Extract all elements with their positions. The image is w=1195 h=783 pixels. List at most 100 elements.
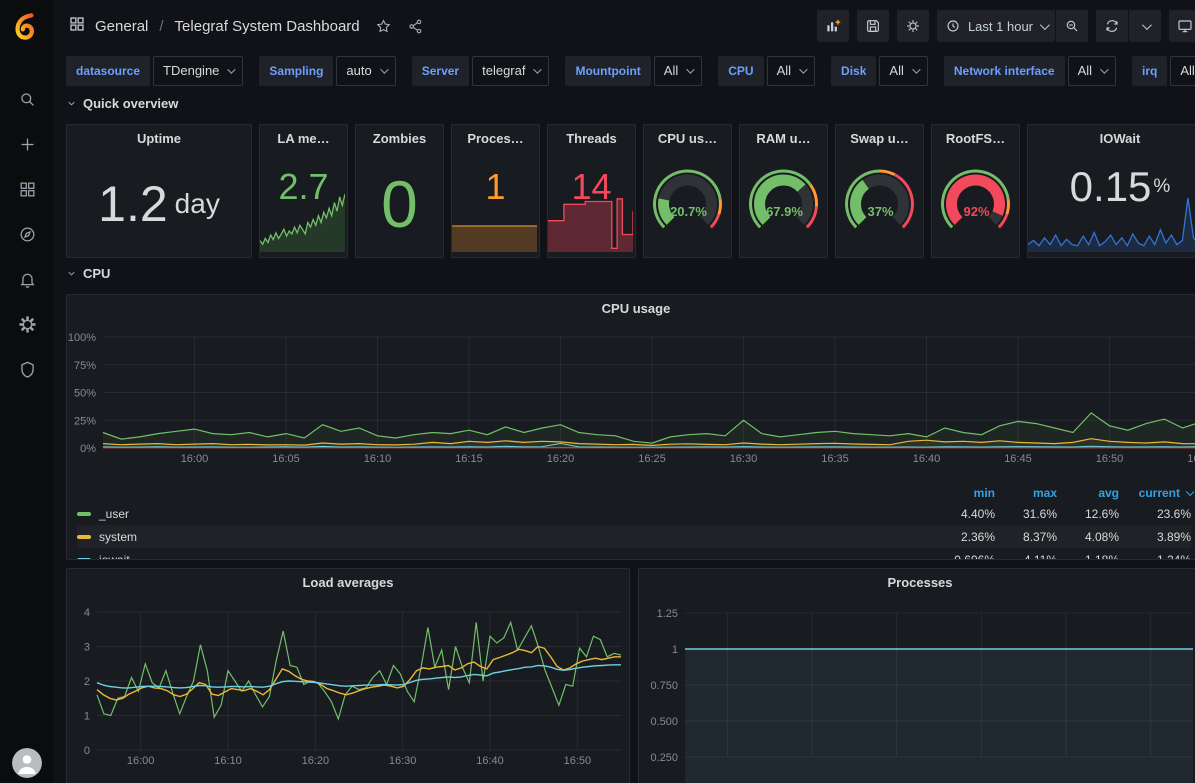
breadcrumb-folder[interactable]: General — [95, 18, 148, 35]
series-label: system — [99, 530, 137, 544]
variable-value-dropdown[interactable]: All — [767, 56, 815, 86]
legend-series-name[interactable]: _user — [77, 507, 933, 521]
legend-sort-max[interactable]: max — [995, 486, 1057, 500]
svg-text:67.9%: 67.9% — [766, 204, 803, 219]
panel-la-medium: LA me… 2.7 — [259, 124, 348, 258]
svg-text:16:55: 16:55 — [1187, 453, 1195, 465]
sparkline — [1028, 196, 1195, 257]
legend-series-name[interactable]: iowait — [77, 553, 933, 561]
chevron-down-icon — [228, 65, 236, 73]
svg-text:16:40: 16:40 — [476, 755, 504, 767]
gauge: 20.7% — [644, 151, 731, 258]
panel-title[interactable]: Load averages — [67, 569, 629, 595]
svg-text:92%: 92% — [963, 204, 989, 219]
panel-title[interactable]: RAM u… — [740, 125, 827, 151]
stat-value: 0 — [356, 151, 443, 257]
svg-text:16:45: 16:45 — [1004, 453, 1032, 465]
variable-value-dropdown[interactable]: All — [654, 56, 702, 86]
sparkline — [548, 194, 635, 257]
grafana-logo[interactable] — [0, 0, 54, 52]
panel-title[interactable]: Processes — [639, 569, 1195, 595]
sidebar-item-explore[interactable] — [16, 223, 38, 245]
sidebar-item-dashboards[interactable] — [16, 178, 38, 200]
svg-text:37%: 37% — [867, 204, 893, 219]
panel-title[interactable]: RootFS… — [932, 125, 1019, 151]
user-icon — [12, 748, 42, 778]
panel-iowait: IOWait 0.15 % — [1027, 124, 1195, 258]
sidebar-item-server-admin[interactable] — [16, 358, 38, 380]
grafana-flame-icon — [12, 11, 42, 41]
sidebar-item-create[interactable] — [16, 133, 38, 155]
legend-series-name[interactable]: system — [77, 530, 933, 544]
panel-title[interactable]: Uptime — [67, 125, 251, 151]
panel-title[interactable]: CPU usage — [67, 295, 1195, 321]
panel-title[interactable]: CPU us… — [644, 125, 731, 151]
plus-icon — [18, 135, 37, 154]
user-avatar[interactable] — [12, 748, 42, 778]
svg-text:25%: 25% — [74, 415, 96, 427]
section-quick-overview[interactable]: Quick overview — [66, 96, 178, 111]
panel-zombies: Zombies 0 — [355, 124, 444, 258]
legend-sort-current[interactable]: current — [1119, 486, 1191, 500]
panel-title[interactable]: Proces… — [452, 125, 539, 151]
refresh-button[interactable] — [1096, 10, 1128, 42]
variable-label: CPU — [718, 56, 763, 86]
svg-text:0.500: 0.500 — [650, 716, 678, 728]
panel-uptime: Uptime 1.2 day — [66, 124, 252, 258]
share-dashboard-button[interactable] — [407, 18, 424, 35]
dashboard-settings-button[interactable] — [897, 10, 929, 42]
load-averages-chart: 16:0016:1016:2016:3016:4016:5043210 — [67, 595, 629, 783]
panel-title[interactable]: IOWait — [1028, 125, 1195, 151]
legend-sort-avg[interactable]: avg — [1057, 486, 1119, 500]
sidebar-item-configuration[interactable] — [16, 313, 38, 335]
add-panel-button[interactable] — [817, 10, 849, 42]
svg-text:2: 2 — [84, 676, 90, 688]
variable-mountpoint: MountpointAll — [565, 56, 702, 86]
panel-rootfs-gauge: RootFS… 92% — [931, 124, 1020, 258]
svg-text:100%: 100% — [68, 332, 96, 344]
save-dashboard-button[interactable] — [857, 10, 889, 42]
legend-sort-min[interactable]: min — [933, 486, 995, 500]
breadcrumb-separator: / — [159, 18, 163, 35]
variable-value-dropdown[interactable]: All — [1170, 56, 1195, 86]
star-dashboard-button[interactable] — [375, 18, 392, 35]
sort-chevron-icon — [1186, 488, 1194, 496]
panel-title[interactable]: Swap u… — [836, 125, 923, 151]
dashboards-grid-icon — [18, 180, 37, 199]
gear-icon — [18, 315, 37, 334]
section-cpu[interactable]: CPU — [66, 266, 110, 281]
variable-value-dropdown[interactable]: All — [1068, 56, 1116, 86]
sidebar-item-alerting[interactable] — [16, 268, 38, 290]
time-range-label: Last 1 hour — [968, 19, 1033, 34]
time-controls: Last 1 hour — [937, 10, 1088, 42]
svg-text:16:30: 16:30 — [730, 453, 758, 465]
variable-value-dropdown[interactable]: telegraf — [472, 56, 549, 86]
sidebar-item-search[interactable] — [16, 88, 38, 110]
series-label: _user — [99, 507, 129, 521]
time-range-picker[interactable]: Last 1 hour — [937, 10, 1055, 42]
processes-chart: 1.2510.7500.5000.250 — [639, 595, 1195, 783]
svg-text:16:20: 16:20 — [302, 755, 330, 767]
gauge: 67.9% — [740, 151, 827, 258]
chevron-down-icon — [1141, 20, 1151, 30]
variable-value-dropdown[interactable]: TDengine — [153, 56, 243, 86]
refresh-interval-dropdown[interactable] — [1129, 10, 1161, 42]
svg-text:16:15: 16:15 — [455, 453, 483, 465]
panel-title[interactable]: Zombies — [356, 125, 443, 151]
variable-label: Mountpoint — [565, 56, 650, 86]
chevron-down-icon — [66, 268, 77, 279]
panel-title[interactable]: Threads — [548, 125, 635, 151]
section-title: Quick overview — [83, 96, 178, 111]
section-title: CPU — [83, 266, 110, 281]
breadcrumb-dashboard-title[interactable]: Telegraf System Dashboard — [175, 18, 360, 35]
variable-value-dropdown[interactable]: All — [879, 56, 927, 86]
panel-title[interactable]: LA me… — [260, 125, 347, 151]
refresh-controls — [1096, 10, 1161, 42]
legend-row: system2.36%8.37%4.08%3.89% — [77, 525, 1191, 548]
chevron-down-icon — [66, 98, 77, 109]
zoom-out-time-button[interactable] — [1056, 10, 1088, 42]
svg-text:16:05: 16:05 — [272, 453, 300, 465]
cycle-view-mode-button[interactable] — [1169, 10, 1195, 42]
cpu-usage-chart: 16:0016:0516:1016:1516:2016:2516:3016:35… — [67, 321, 1195, 484]
variable-value-dropdown[interactable]: auto — [336, 56, 395, 86]
